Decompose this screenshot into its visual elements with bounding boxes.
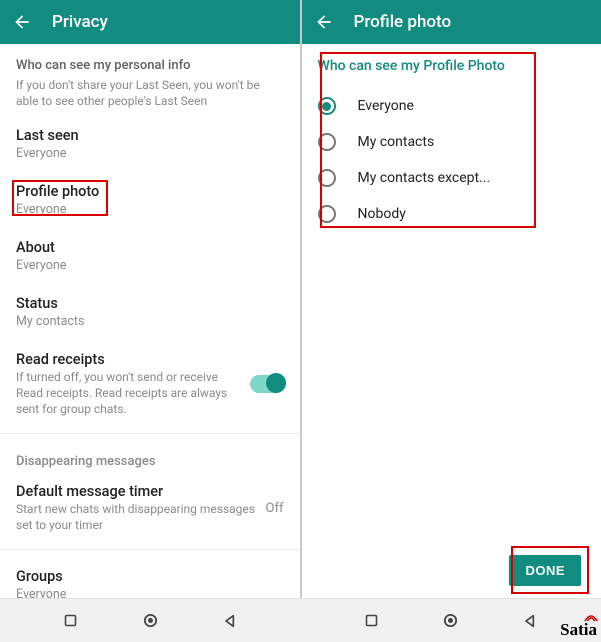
privacy-content: Who can see my personal info If you don'… [0, 44, 300, 598]
status-item[interactable]: Status My contacts [0, 283, 300, 339]
profile-photo-content: Who can see my Profile Photo Everyone My… [302, 44, 601, 598]
item-value: Everyone [16, 146, 284, 161]
android-navbar [0, 598, 601, 642]
disappearing-header: Disappearing messages [0, 440, 300, 471]
radio-option-my-contacts[interactable]: My contacts [318, 124, 586, 160]
appbar: Privacy [0, 0, 300, 44]
read-receipts-item[interactable]: Read receipts If turned off, you won't s… [0, 339, 300, 427]
arrow-back-icon [314, 12, 334, 32]
radio-button-icon [318, 97, 336, 115]
item-title: Default message timer [16, 483, 256, 500]
radio-button-icon [318, 133, 336, 151]
radio-group-header: Who can see my Profile Photo [318, 58, 586, 74]
triangle-back-icon [522, 613, 538, 629]
nav-recent-button[interactable] [362, 612, 380, 630]
item-value: Everyone [16, 258, 284, 273]
radio-option-nobody[interactable]: Nobody [318, 196, 586, 232]
radio-option-my-contacts-except[interactable]: My contacts except... [318, 160, 586, 196]
item-note: If turned off, you won't send or receive… [16, 370, 240, 417]
circle-icon [442, 612, 459, 629]
item-title: Read receipts [16, 351, 240, 368]
appbar-title: Profile photo [354, 12, 452, 32]
circle-icon [142, 612, 159, 629]
item-title: Status [16, 295, 284, 312]
profile-photo-screen: Profile photo Who can see my Profile Pho… [302, 0, 601, 598]
item-title: Profile photo [16, 183, 284, 200]
divider [0, 433, 300, 434]
arrow-back-icon [12, 12, 32, 32]
triangle-back-icon [222, 613, 238, 629]
nav-back-button[interactable] [221, 612, 239, 630]
item-value: My contacts [16, 314, 284, 329]
radio-label: My contacts except... [358, 170, 491, 186]
item-value: Off [266, 501, 284, 516]
nav-home-button[interactable] [442, 612, 460, 630]
appbar-title: Privacy [52, 12, 108, 32]
item-value: Everyone [16, 202, 284, 217]
radio-label: Everyone [358, 98, 414, 114]
nav-recent-button[interactable] [62, 612, 80, 630]
read-receipts-switch[interactable] [250, 375, 284, 393]
square-icon [63, 613, 78, 628]
item-title: Last seen [16, 127, 284, 144]
watermark: Satia [560, 620, 597, 640]
square-icon [364, 613, 379, 628]
radio-button-icon [318, 205, 336, 223]
item-note: Start new chats with disappearing messag… [16, 502, 256, 533]
wifi-arc-icon [584, 613, 598, 623]
done-button[interactable]: DONE [509, 555, 581, 586]
item-value: Everyone [16, 587, 284, 598]
about-item[interactable]: About Everyone [0, 227, 300, 283]
radio-label: My contacts [358, 134, 435, 150]
nav-home-button[interactable] [141, 612, 159, 630]
last-seen-item[interactable]: Last seen Everyone [0, 115, 300, 171]
section-subtext: If you don't share your Last Seen, you w… [16, 77, 284, 109]
profile-photo-item[interactable]: Profile photo Everyone [0, 171, 300, 227]
back-button[interactable] [312, 10, 336, 34]
item-title: Groups [16, 568, 284, 585]
radio-button-icon [318, 169, 336, 187]
default-timer-item[interactable]: Default message timer Start new chats wi… [0, 471, 300, 543]
item-title: About [16, 239, 284, 256]
section-header: Who can see my personal info [16, 58, 284, 73]
back-button[interactable] [10, 10, 34, 34]
groups-item[interactable]: Groups Everyone [0, 556, 300, 598]
nav-back-button[interactable] [521, 612, 539, 630]
privacy-screen: Privacy Who can see my personal info If … [0, 0, 300, 598]
radio-option-everyone[interactable]: Everyone [318, 88, 586, 124]
divider [0, 549, 300, 550]
appbar: Profile photo [302, 0, 601, 44]
radio-label: Nobody [358, 206, 406, 222]
